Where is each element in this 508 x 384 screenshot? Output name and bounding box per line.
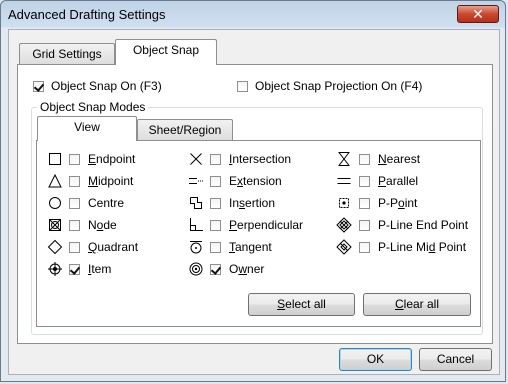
triangle-icon	[48, 173, 62, 188]
extension-label: Extension	[229, 174, 282, 188]
owner-checkbox[interactable]	[210, 264, 221, 275]
title-bar[interactable]: Advanced Drafting Settings ✕	[1, 1, 505, 29]
nearest-label: Nearest	[378, 152, 421, 166]
tab-view[interactable]: View	[37, 116, 137, 141]
midpoint-label: Midpoint	[88, 174, 134, 188]
x-icon	[190, 153, 202, 165]
node-label: Node	[88, 218, 117, 232]
perpendicular-icon	[190, 218, 203, 231]
window-title: Advanced Drafting Settings	[8, 7, 166, 22]
p-line-mid-point-checkbox[interactable]	[359, 242, 370, 253]
endpoint-label: Endpoint	[88, 152, 136, 166]
centre-label: Centre	[88, 196, 125, 210]
snap-projection-label: Object Snap Projection On (F4)	[255, 79, 423, 93]
node-checkbox[interactable]	[69, 220, 80, 231]
tab-grid-settings[interactable]: Grid Settings	[19, 43, 115, 65]
snap-on-checkbox[interactable]	[33, 81, 44, 92]
perpendicular-checkbox[interactable]	[210, 220, 221, 231]
quadrant-checkbox[interactable]	[69, 242, 80, 253]
close-icon: ✕	[472, 6, 484, 22]
parallel-label: Parallel	[378, 174, 419, 188]
perpendicular-label: Perpendicular	[229, 218, 304, 232]
circle-icon	[49, 197, 61, 209]
diamond-icon	[47, 239, 63, 255]
tangent-checkbox[interactable]	[210, 242, 221, 253]
cancel-label: Cancel	[436, 352, 475, 366]
pline-mid-icon	[336, 239, 352, 255]
centre-checkbox[interactable]	[69, 198, 80, 209]
tab-object-snap[interactable]: Object Snap	[115, 39, 217, 65]
square-icon	[49, 153, 61, 165]
node-icon	[49, 219, 61, 231]
tab-label: Object Snap	[132, 43, 200, 57]
clear-all-button[interactable]: Clear all	[363, 293, 471, 316]
insertion-icon	[190, 197, 202, 209]
extension-checkbox[interactable]	[210, 176, 221, 187]
insertion-label: Insertion	[229, 196, 276, 210]
tab-label: View	[74, 120, 100, 134]
ok-label: OK	[366, 352, 385, 366]
tangent-label: Tangent	[229, 240, 272, 254]
ok-button[interactable]: OK	[339, 348, 412, 371]
nearest-checkbox[interactable]	[359, 154, 370, 165]
group-title: Object Snap Modes	[37, 100, 149, 114]
p-line-end-point-label: P-Line End Point	[378, 218, 469, 232]
midpoint-checkbox[interactable]	[69, 176, 80, 187]
item-checkbox[interactable]	[69, 264, 80, 275]
tab-sheet-region[interactable]: Sheet/Region	[137, 119, 233, 141]
intersection-checkbox[interactable]	[210, 154, 221, 165]
hourglass-icon	[338, 152, 350, 166]
tangent-icon	[190, 241, 202, 254]
extension-icon	[189, 178, 203, 184]
snap-on-label: Object Snap On (F3)	[51, 79, 162, 93]
select-all-button[interactable]: Select all	[248, 293, 355, 316]
dialog-window: Advanced Drafting Settings ✕ Grid Settin…	[0, 0, 506, 382]
close-button[interactable]: ✕	[457, 5, 499, 23]
tab-label: Sheet/Region	[148, 123, 222, 137]
intersection-label: Intersection	[229, 152, 292, 166]
endpoint-checkbox[interactable]	[69, 154, 80, 165]
p-point-checkbox[interactable]	[359, 198, 370, 209]
quadrant-label: Quadrant	[88, 240, 139, 254]
p-line-end-point-checkbox[interactable]	[359, 220, 370, 231]
item-label: Item	[88, 262, 112, 276]
owner-icon	[189, 262, 203, 276]
p-point-label: P-Point	[378, 196, 418, 210]
parallel-checkbox[interactable]	[359, 176, 370, 187]
pline-end-icon	[336, 217, 352, 233]
cancel-button[interactable]: Cancel	[419, 348, 492, 371]
insertion-checkbox[interactable]	[210, 198, 221, 209]
snap-projection-checkbox[interactable]	[237, 81, 248, 92]
point-icon	[339, 198, 349, 208]
owner-label: Owner	[229, 262, 265, 276]
item-icon	[48, 262, 62, 276]
p-line-mid-point-label: P-Line Mid Point	[378, 240, 467, 254]
parallel-icon	[337, 178, 351, 184]
tab-label: Grid Settings	[32, 47, 102, 61]
